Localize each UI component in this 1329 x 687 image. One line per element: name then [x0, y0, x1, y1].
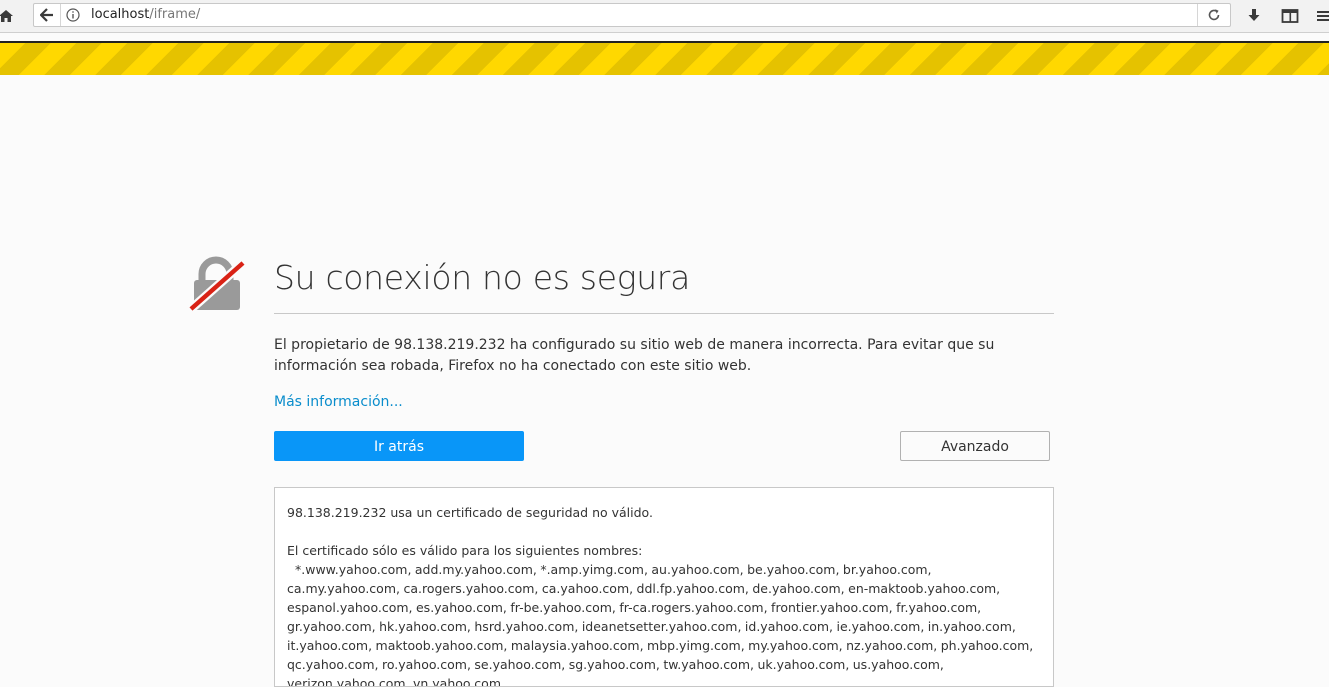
advanced-button[interactable]: Avanzado [900, 431, 1050, 461]
error-description: El propietario de 98.138.219.232 ha conf… [274, 337, 995, 374]
valid-names-list-wrapper: *.www.yahoo.com, add.my.yahoo.com, *.amp… [287, 560, 1041, 687]
home-icon[interactable] [0, 6, 16, 26]
advanced-details-panel: 98.138.219.232 usa un certificado de seg… [274, 487, 1054, 687]
valid-names-intro: El certificado sólo es válido para los s… [287, 543, 643, 558]
page-title: Su conexión no es segura [274, 258, 690, 297]
info-icon[interactable] [65, 7, 81, 23]
browser-toolbar: localhost/iframe/ [0, 0, 1329, 33]
url-path: /iframe/ [149, 7, 201, 22]
reload-icon[interactable] [1197, 4, 1230, 26]
title-divider [274, 313, 1054, 314]
more-info-link[interactable]: Más información... [274, 392, 403, 412]
url-bar[interactable]: localhost/iframe/ [33, 3, 1231, 27]
go-back-button[interactable]: Ir atrás [274, 431, 524, 461]
sidebar-icon[interactable] [1280, 6, 1300, 26]
invalid-certificate-text: 98.138.219.232 usa un certificado de seg… [287, 505, 653, 520]
url-host: localhost [91, 7, 150, 22]
back-arrow-icon[interactable] [34, 4, 61, 26]
menu-icon[interactable] [1314, 6, 1329, 26]
download-icon[interactable] [1244, 6, 1264, 26]
valid-names-list: *.www.yahoo.com, add.my.yahoo.com, *.amp… [287, 562, 1034, 687]
url-text[interactable]: localhost/iframe/ [91, 7, 200, 23]
warning-stripe [0, 41, 1329, 75]
broken-lock-icon [187, 256, 247, 314]
